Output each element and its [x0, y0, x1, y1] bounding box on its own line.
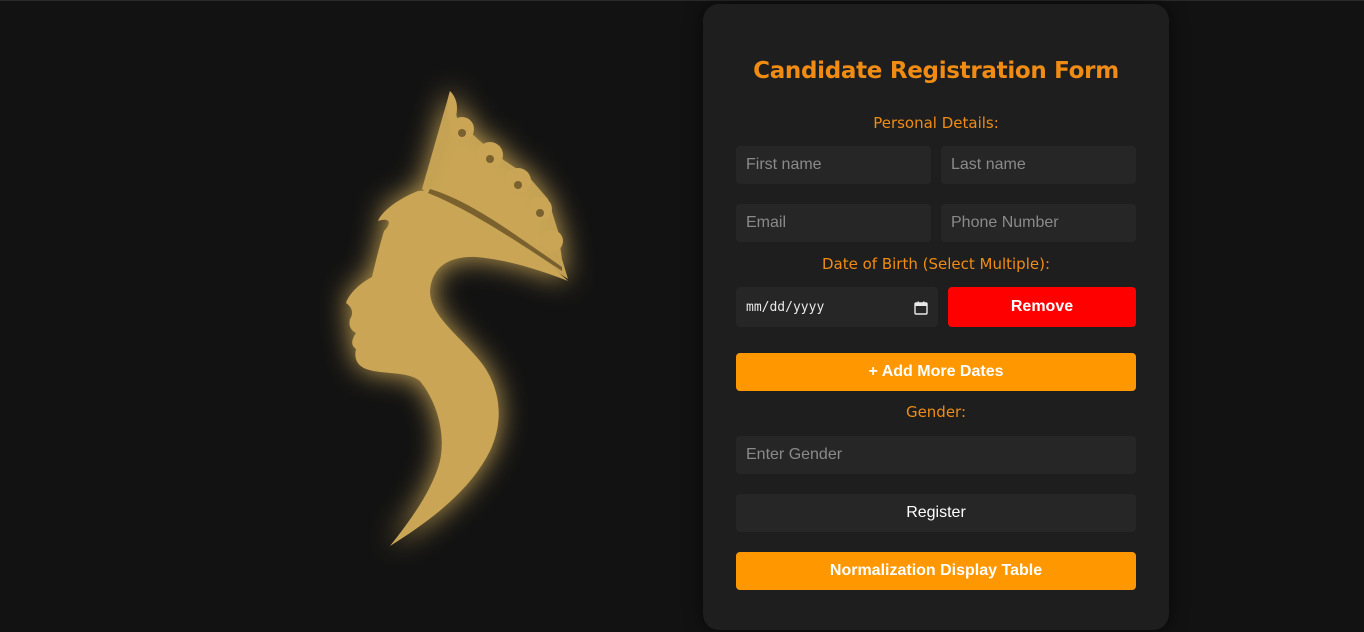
- last-name-input[interactable]: [941, 146, 1136, 184]
- gender-label: Gender:: [905, 403, 967, 421]
- phone-number-input[interactable]: [941, 204, 1136, 242]
- email-input[interactable]: [736, 204, 931, 242]
- queen-silhouette-illustration: [300, 81, 620, 561]
- register-button[interactable]: Register: [736, 494, 1136, 532]
- date-value: mm/dd/yyyy: [746, 299, 825, 315]
- calendar-icon[interactable]: [914, 300, 928, 315]
- first-name-input[interactable]: [736, 146, 931, 184]
- add-more-dates-button[interactable]: + Add More Dates: [736, 353, 1136, 391]
- form-title: Candidate Registration Form: [753, 58, 1119, 84]
- normalization-display-table-button[interactable]: Normalization Display Table: [736, 552, 1136, 590]
- personal-details-label: Personal Details:: [873, 114, 999, 132]
- date-of-birth-label: Date of Birth (Select Multiple):: [821, 255, 1050, 273]
- registration-form-card: Candidate Registration Form Personal Det…: [703, 4, 1169, 630]
- remove-date-button[interactable]: Remove: [948, 287, 1136, 327]
- date-of-birth-input[interactable]: mm/dd/yyyy: [736, 287, 938, 327]
- gender-input[interactable]: [736, 436, 1136, 474]
- queen-silhouette-icon: [346, 91, 568, 546]
- page: Candidate Registration Form Personal Det…: [0, 0, 1364, 632]
